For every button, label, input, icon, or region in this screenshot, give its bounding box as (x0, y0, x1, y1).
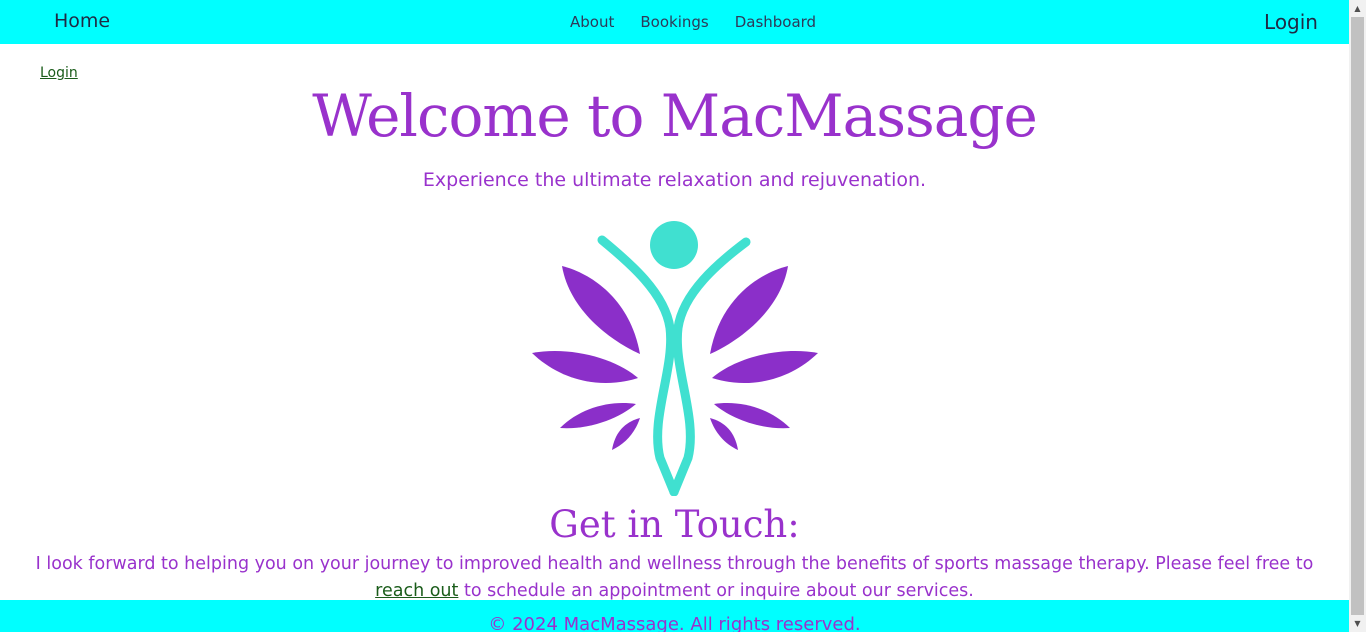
navbar: Home About Bookings Dashboard Login (0, 0, 1349, 44)
page: Home About Bookings Dashboard Login Logi… (0, 0, 1366, 632)
vertical-scrollbar[interactable]: ▲ ▼ (1349, 0, 1366, 632)
hero-title: Welcome to MacMassage (312, 82, 1038, 150)
hero-subtitle: Experience the ultimate relaxation and r… (422, 169, 927, 191)
reach-out-link[interactable]: reach out (375, 581, 458, 601)
arrow-up-icon[interactable]: ▲ (1349, 0, 1366, 17)
butterfly-figure-logo-icon (532, 221, 818, 496)
contact-text-after: to schedule an appointment or inquire ab… (463, 581, 974, 601)
nav-about-link[interactable]: About (570, 13, 614, 31)
nav-bookings-link[interactable]: Bookings (640, 13, 708, 31)
arrow-down-icon[interactable]: ▼ (1349, 615, 1366, 632)
footer-copyright: © 2024 MacMassage. All rights reserved. (488, 614, 861, 632)
contact-text: I look forward to helping you on your jo… (0, 551, 1349, 605)
nav-links: About Bookings Dashboard (570, 13, 842, 31)
nav-home-link[interactable]: Home (54, 10, 110, 32)
logo-figure (597, 221, 751, 496)
nav-dashboard-link[interactable]: Dashboard (735, 13, 816, 31)
contact-text-before: I look forward to helping you on your jo… (35, 554, 1314, 574)
scrollbar-thumb[interactable] (1351, 17, 1364, 615)
contact-title: Get in Touch: (549, 503, 800, 546)
secondary-login-link[interactable]: Login (40, 65, 78, 81)
logo-leaves-left (532, 266, 640, 450)
footer: © 2024 MacMassage. All rights reserved. (0, 600, 1349, 632)
nav-login-link[interactable]: Login (1264, 10, 1318, 34)
logo-leaves-right (710, 266, 818, 450)
main-content: Home About Bookings Dashboard Login Logi… (0, 0, 1349, 632)
